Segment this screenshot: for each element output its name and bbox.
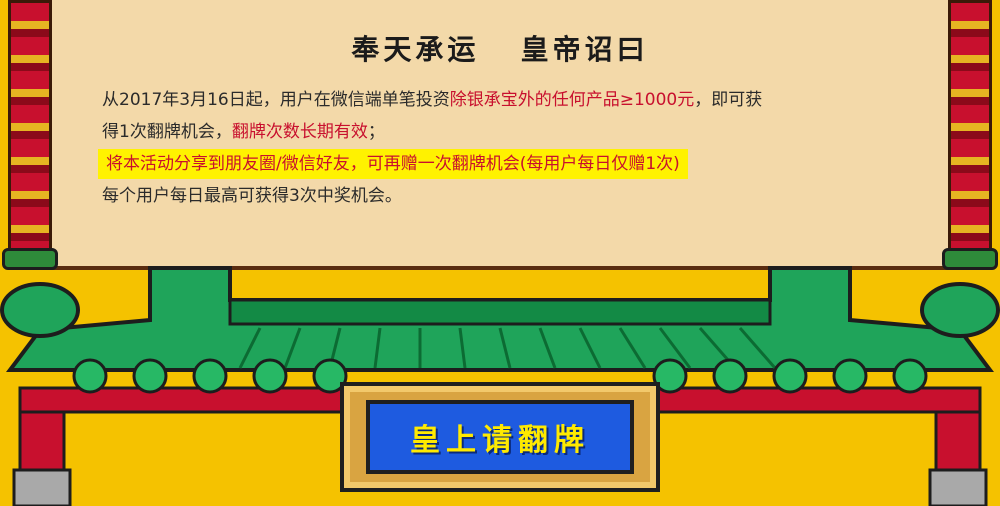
rule-line-1: 从2017年3月16日起，用户在微信端单笔投资除银承宝外的任何产品≥1000元，… bbox=[102, 84, 922, 116]
rule-line-3: 将本活动分享到朋友圈/微信好友，可再赠一次翻牌机会(每用户每日仅赠1次) bbox=[98, 148, 922, 180]
rule-text: 得1次翻牌机会， bbox=[102, 122, 232, 142]
rule-emphasis: 翻牌次数长期有效 bbox=[231, 122, 368, 142]
left-eave-curl bbox=[0, 282, 80, 338]
flip-card-button[interactable]: 皇上请翻牌 bbox=[340, 382, 660, 492]
flip-card-button-label: 皇上请翻牌 bbox=[410, 423, 590, 458]
flip-card-plaque[interactable]: 皇上请翻牌 bbox=[366, 400, 634, 474]
activity-rules: 从2017年3月16日起，用户在微信端单笔投资除银承宝外的任何产品≥1000元，… bbox=[98, 84, 922, 212]
right-eave-curl bbox=[920, 282, 1000, 338]
rule-line-4: 每个用户每日最高可获得3次中奖机会。 bbox=[102, 186, 402, 206]
rule-emphasis: 除银承宝外的任何产品≥1000元 bbox=[449, 90, 695, 110]
left-post-base bbox=[12, 468, 72, 506]
rule-text: ，即可获 bbox=[694, 90, 763, 110]
rule-text: ； bbox=[367, 122, 385, 142]
right-post-base bbox=[928, 468, 988, 506]
rule-line-2: 得1次翻牌机会，翻牌次数长期有效； bbox=[102, 116, 922, 148]
edict-title: 奉天承运 皇帝诏曰 bbox=[351, 33, 649, 66]
rule-text: 从2017年3月16日起，用户在微信端单笔投资 bbox=[102, 90, 450, 110]
share-bonus-highlight: 将本活动分享到朋友圈/微信好友，可再赠一次翻牌机会(每用户每日仅赠1次) bbox=[98, 149, 688, 179]
roof-ridge bbox=[228, 298, 772, 326]
palace-scene: 奉天承运 皇帝诏曰 从2017年3月16日起，用户在微信端单笔投资除银承宝外的任… bbox=[0, 0, 1000, 506]
